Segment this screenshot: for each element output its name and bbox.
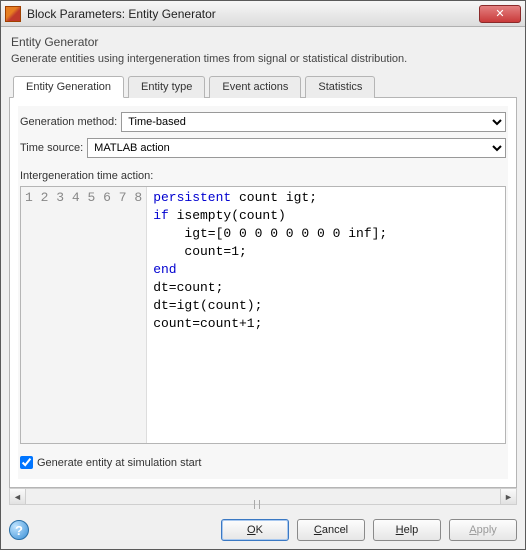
row-generation-method: Generation method: Time-based [20,112,506,132]
label-time-source: Time source: [20,142,83,154]
tab-body: Generation method: Time-based Time sourc… [9,98,517,488]
code-editor[interactable]: 1 2 3 4 5 6 7 8 persistent count igt; if… [20,186,506,444]
help-icon[interactable]: ? [9,520,29,540]
tab-strip: Entity Generation Entity type Event acti… [9,75,517,98]
titlebar: Block Parameters: Entity Generator ✕ [1,1,525,27]
window-title: Block Parameters: Entity Generator [27,7,479,21]
scroll-right-arrow-icon[interactable]: ► [500,489,516,504]
tab-entity-generation[interactable]: Entity Generation [13,76,124,98]
label-intergen-action: Intergeneration time action: [20,170,506,182]
tab-pane-entity-generation: Generation method: Time-based Time sourc… [18,106,508,479]
horizontal-scrollbar[interactable]: ◄ ► [9,488,517,505]
dialog-window: Block Parameters: Entity Generator ✕ Ent… [0,0,526,550]
tab-event-actions[interactable]: Event actions [209,76,301,98]
select-generation-method[interactable]: Time-based [121,112,506,132]
footer: ? OK Cancel Help Apply [1,513,525,549]
help-button[interactable]: Help [373,519,441,541]
app-icon [5,6,21,22]
ok-button[interactable]: OK [221,519,289,541]
scroll-thumb[interactable] [254,500,260,509]
label-generate-at-start: Generate entity at simulation start [37,457,201,469]
checkbox-generate-at-start[interactable] [20,456,33,469]
tab-statistics[interactable]: Statistics [305,76,375,98]
row-time-source: Time source: MATLAB action [20,138,506,158]
block-title: Entity Generator [11,35,517,49]
close-icon: ✕ [495,7,504,20]
label-generation-method: Generation method: [20,116,117,128]
scroll-left-arrow-icon[interactable]: ◄ [10,489,26,504]
apply-button[interactable]: Apply [449,519,517,541]
code-text[interactable]: persistent count igt; if isempty(count) … [147,187,505,443]
code-gutter: 1 2 3 4 5 6 7 8 [21,187,147,443]
cancel-button[interactable]: Cancel [297,519,365,541]
close-button[interactable]: ✕ [479,5,521,23]
content-area: Entity Generator Generate entities using… [1,27,525,513]
row-generate-at-start: Generate entity at simulation start [20,456,506,469]
select-time-source[interactable]: MATLAB action [87,138,506,158]
tab-entity-type[interactable]: Entity type [128,76,205,98]
block-description: Generate entities using intergeneration … [11,53,517,65]
